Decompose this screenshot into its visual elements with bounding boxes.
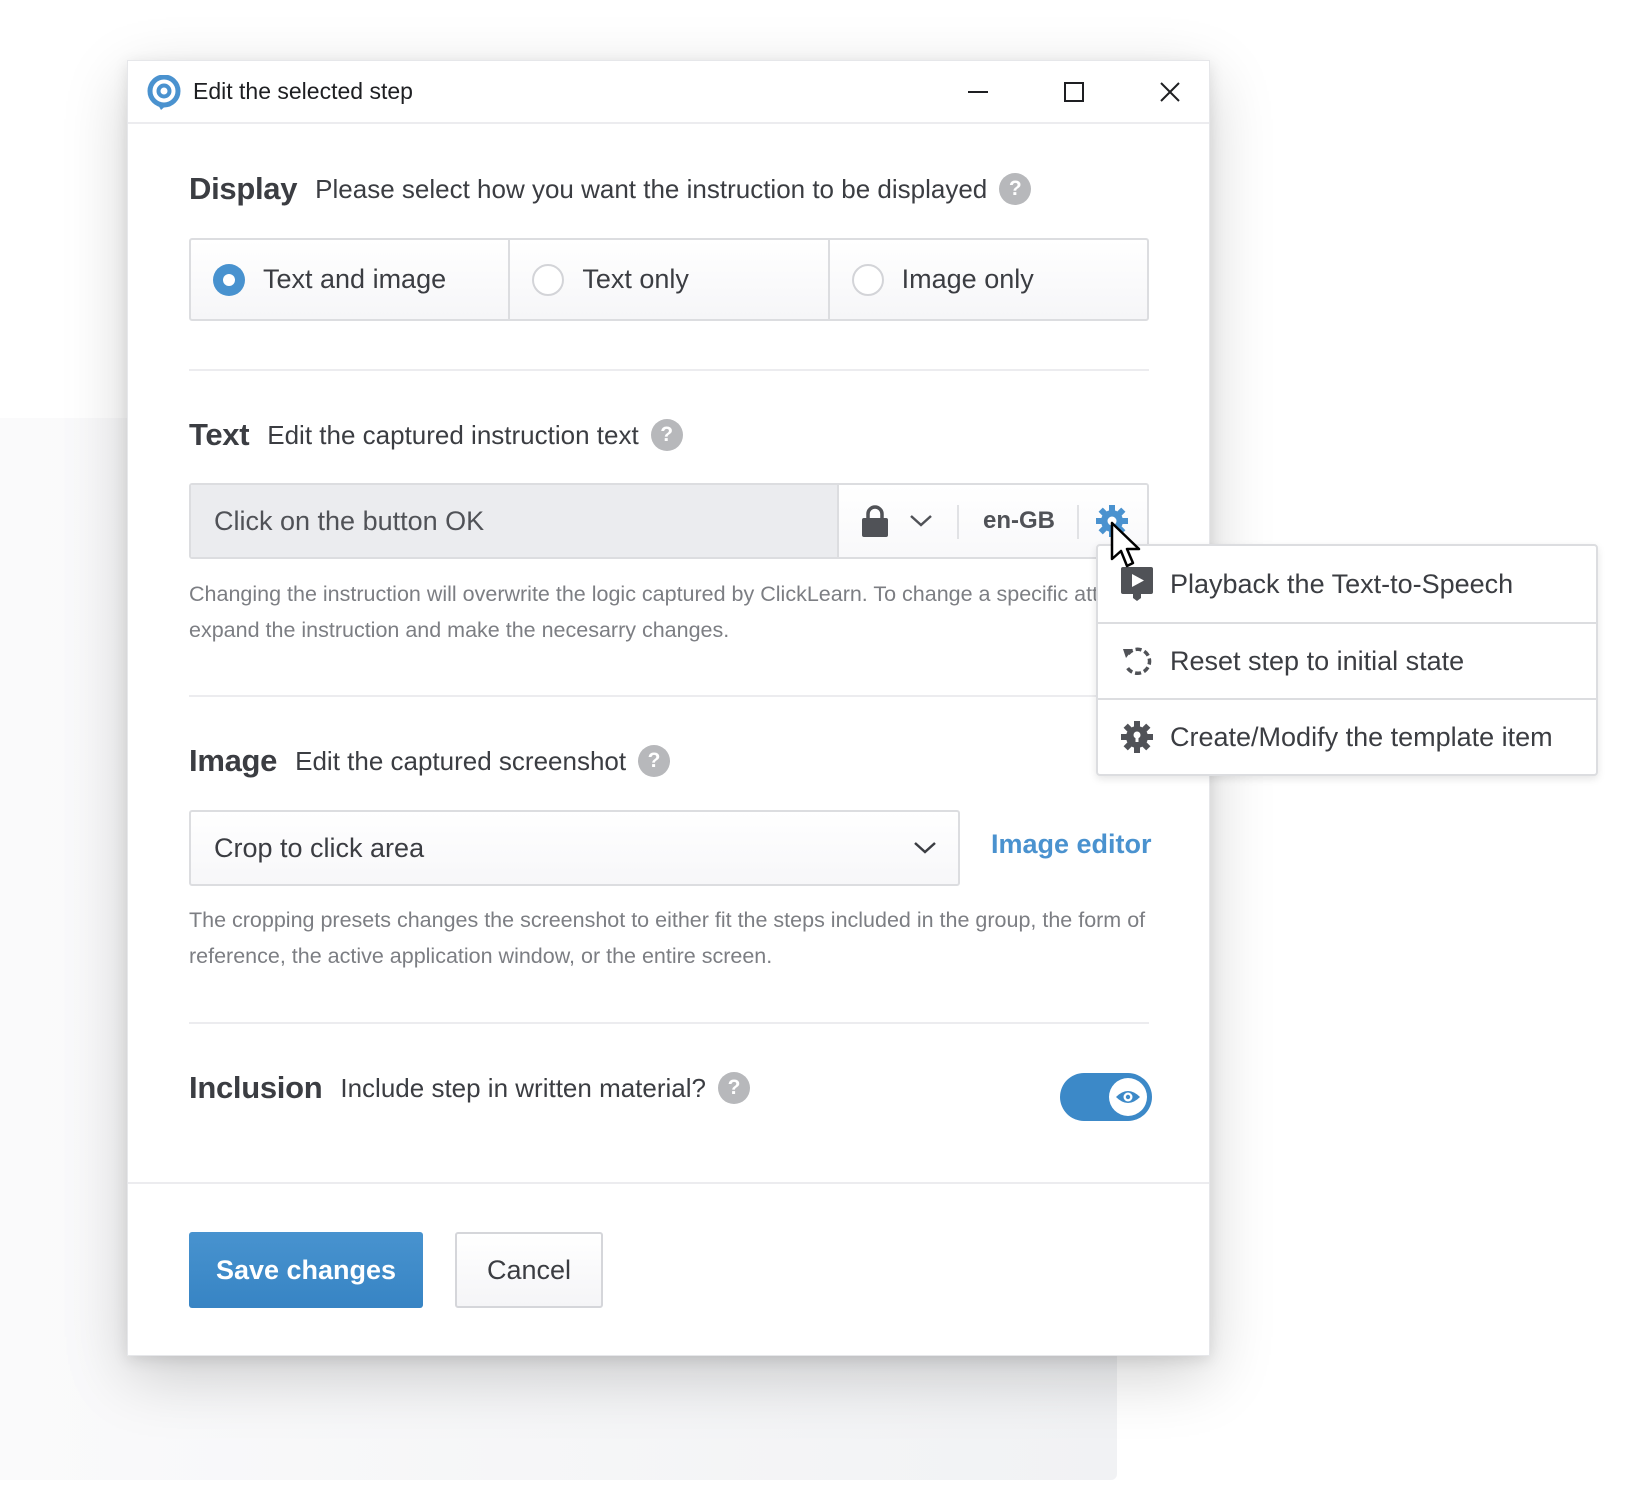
radio-label: Text only xyxy=(582,264,689,294)
text-section-header: Text Edit the captured instruction text … xyxy=(189,417,683,453)
menu-item-template[interactable]: Create/Modify the template item xyxy=(1098,698,1596,774)
playback-icon xyxy=(1120,567,1154,601)
radio-unselected-icon xyxy=(851,263,884,296)
menu-item-reset-step[interactable]: Reset step to initial state xyxy=(1098,622,1596,698)
radio-label: Image only xyxy=(901,264,1034,294)
separator xyxy=(957,505,959,539)
image-editor-link[interactable]: Image editor xyxy=(991,829,1152,860)
edit-step-dialog: Edit the selected step Display Please se… xyxy=(127,60,1210,1356)
instruction-text-field: Click on the button OK en-GB xyxy=(189,483,1149,559)
text-hint: Changing the instruction will overwrite … xyxy=(189,582,1158,642)
display-subtitle: Please select how you want the instructi… xyxy=(315,173,988,204)
radio-image-only[interactable]: Image only xyxy=(830,240,1147,319)
app-logo-icon xyxy=(147,74,181,111)
help-icon[interactable]: ? xyxy=(718,1072,750,1104)
template-gear-icon xyxy=(1120,720,1154,754)
text-subtitle: Edit the captured instruction text xyxy=(267,419,639,450)
chevron-down-icon xyxy=(912,834,938,867)
save-changes-button[interactable]: Save changes xyxy=(189,1232,423,1308)
image-subtitle: Edit the captured screenshot xyxy=(295,745,627,776)
settings-context-menu: Playback the Text-to-Speech Reset step t… xyxy=(1096,544,1598,776)
instruction-text-input[interactable]: Click on the button OK xyxy=(191,485,839,557)
image-hint: The cropping presets changes the screens… xyxy=(189,908,1146,968)
radio-selected-icon xyxy=(213,263,245,296)
title-bar: Edit the selected step xyxy=(128,61,1209,124)
help-icon[interactable]: ? xyxy=(650,419,683,451)
divider xyxy=(189,369,1149,371)
separator xyxy=(1077,505,1079,539)
cancel-button[interactable]: Cancel xyxy=(455,1232,603,1308)
display-section-header: Display Please select how you want the i… xyxy=(189,171,1032,207)
inclusion-subtitle: Include step in written material? xyxy=(340,1072,706,1103)
display-radio-group: Text and image Text only Image only xyxy=(189,238,1149,321)
lock-icon xyxy=(862,505,888,537)
lock-dropdown-button[interactable] xyxy=(901,485,941,557)
minimize-button[interactable] xyxy=(954,69,1002,115)
close-icon xyxy=(1160,82,1180,102)
gear-icon xyxy=(1096,505,1128,537)
language-button[interactable]: en-GB xyxy=(967,485,1071,557)
radio-unselected-icon xyxy=(532,263,565,296)
menu-item-label: Reset step to initial state xyxy=(1170,645,1465,676)
radio-text-and-image[interactable]: Text and image xyxy=(191,240,511,319)
text-title: Text xyxy=(189,417,250,452)
radio-text-only[interactable]: Text only xyxy=(510,240,830,319)
reset-icon xyxy=(1120,644,1154,678)
image-title: Image xyxy=(189,743,278,778)
image-section-header: Image Edit the captured screenshot ? xyxy=(189,743,671,779)
eye-icon xyxy=(1116,1091,1140,1103)
help-icon[interactable]: ? xyxy=(999,173,1032,205)
menu-item-label: Playback the Text-to-Speech xyxy=(1170,568,1514,599)
chevron-down-icon xyxy=(910,515,932,527)
menu-item-label: Create/Modify the template item xyxy=(1170,721,1553,752)
close-button[interactable] xyxy=(1146,69,1194,115)
lock-button[interactable] xyxy=(855,485,895,557)
inclusion-title: Inclusion xyxy=(189,1070,323,1105)
maximize-icon xyxy=(1064,82,1084,102)
radio-label: Text and image xyxy=(263,264,447,294)
menu-item-playback-tts[interactable]: Playback the Text-to-Speech xyxy=(1098,546,1596,622)
inclusion-toggle[interactable] xyxy=(1060,1073,1152,1121)
minimize-icon xyxy=(968,91,988,93)
language-code: en-GB xyxy=(983,507,1055,534)
footer-divider xyxy=(128,1182,1209,1184)
divider xyxy=(189,1022,1149,1024)
maximize-button[interactable] xyxy=(1050,69,1098,115)
inclusion-section-header: Inclusion Include step in written materi… xyxy=(189,1070,750,1106)
crop-preset-select[interactable]: Crop to click area xyxy=(189,810,960,886)
toggle-knob xyxy=(1109,1078,1147,1116)
window-title: Edit the selected step xyxy=(193,78,413,104)
divider xyxy=(189,695,1149,697)
crop-preset-value: Crop to click area xyxy=(214,832,425,863)
display-title: Display xyxy=(189,171,298,206)
help-icon[interactable]: ? xyxy=(638,745,671,777)
